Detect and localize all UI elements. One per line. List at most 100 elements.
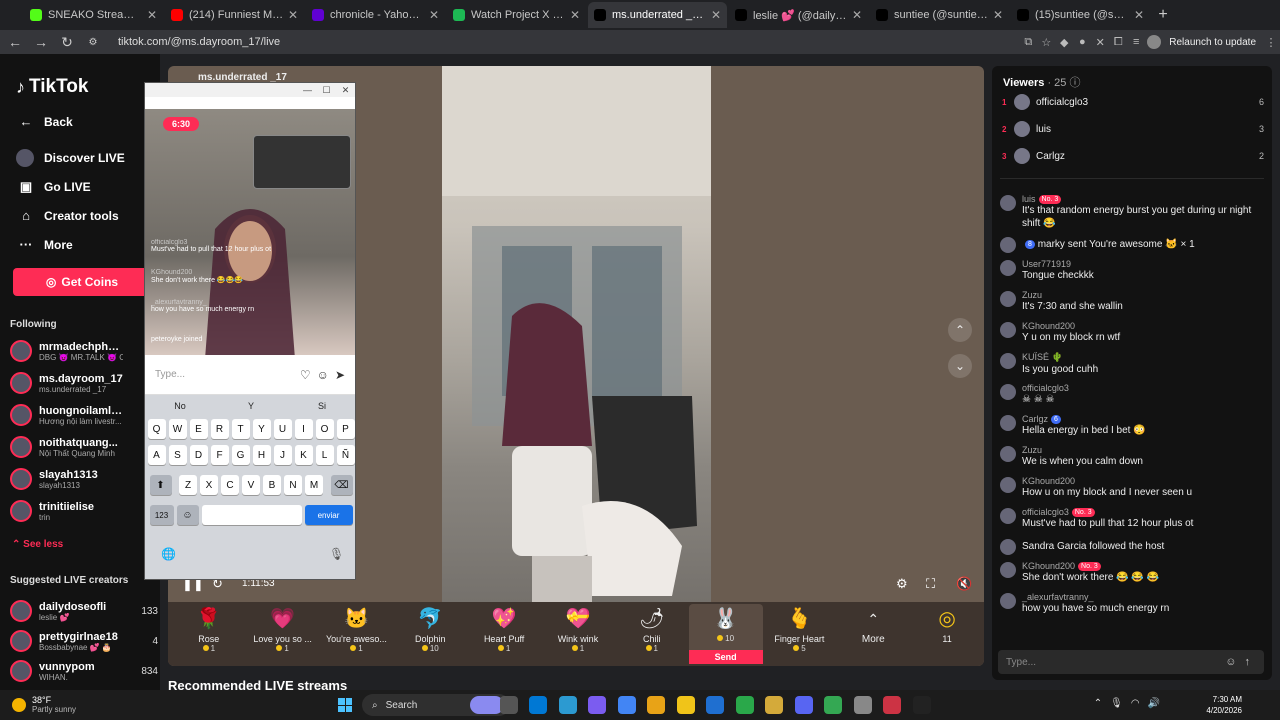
avatar[interactable] — [1000, 322, 1016, 338]
phone-screen[interactable]: 6:30 officialcglo3 Must've had to pull th… — [145, 109, 355, 355]
tab-close-icon[interactable]: ✕ — [852, 8, 862, 22]
send-arrow-icon[interactable]: ↑ — [1245, 656, 1259, 668]
tab-close-icon[interactable]: ✕ — [429, 8, 439, 22]
suggestion-2[interactable]: Y — [216, 401, 286, 411]
key[interactable]: E — [189, 419, 208, 439]
tab-close-icon[interactable]: ✕ — [288, 8, 298, 22]
gift-item[interactable]: 🌹 Rose 1 — [172, 604, 246, 664]
key[interactable]: N — [284, 475, 302, 495]
taskbar-app-icon[interactable] — [499, 696, 518, 714]
key[interactable]: O — [315, 419, 334, 439]
taskbar-app-icon[interactable] — [735, 696, 754, 714]
key[interactable]: F — [210, 445, 229, 465]
key[interactable]: D — [189, 445, 208, 465]
chat-username[interactable]: KUÏSÉ 🌵 — [1022, 352, 1098, 363]
taskbar-app-icon[interactable] — [853, 696, 872, 714]
key[interactable]: Ñ — [336, 445, 355, 465]
avatar[interactable] — [1000, 415, 1016, 431]
browser-tab[interactable]: suntiee (@suntiee) is LIVE✕ — [870, 2, 1009, 28]
taskbar-app-icon[interactable] — [883, 696, 901, 714]
discover-live-link[interactable]: Discover LIVE — [16, 149, 125, 167]
chat-username[interactable]: Carlgz 6 — [1022, 414, 1146, 425]
microphone-icon[interactable]: 🎙 — [329, 547, 344, 561]
shift-key-icon[interactable]: ⬆ — [149, 475, 172, 495]
more-gifts-button[interactable]: ⌃ More — [836, 604, 910, 664]
gift-item[interactable]: 💖 Heart Puff 1 — [467, 604, 541, 664]
avatar[interactable] — [1000, 237, 1016, 253]
live-video[interactable] — [442, 66, 711, 602]
extension-icon[interactable]: ✕ — [1091, 36, 1109, 49]
close-icon[interactable]: ✕ — [336, 85, 355, 96]
new-tab-plus-icon[interactable]: + — [1152, 4, 1174, 26]
browser-tab[interactable]: SNEAKO Stream - Watch✕ — [24, 2, 163, 28]
numbers-key[interactable]: 123 — [149, 505, 174, 525]
key[interactable]: Q — [147, 419, 166, 439]
mute-speaker-icon[interactable]: 🔇 — [956, 576, 972, 592]
forward-arrow-icon[interactable]: → — [30, 34, 52, 50]
bookmark-star-icon[interactable]: ☆ — [1037, 36, 1055, 49]
avatar[interactable] — [1000, 508, 1016, 524]
key[interactable]: H — [252, 445, 271, 465]
key[interactable]: L — [315, 445, 334, 465]
taskbar-app-icon[interactable] — [470, 696, 504, 714]
back-arrow-icon[interactable]: ← — [4, 34, 26, 50]
browser-tab[interactable]: chronicle - Yahoo Search✕ — [306, 2, 445, 28]
tab-close-icon[interactable]: ✕ — [993, 8, 1003, 22]
taskbar-app-icon[interactable] — [588, 696, 606, 714]
tab-close-icon[interactable]: ✕ — [1134, 8, 1144, 22]
key[interactable]: B — [263, 475, 281, 495]
key[interactable]: R — [210, 419, 229, 439]
taskbar-app-icon[interactable] — [824, 696, 842, 714]
gift-item[interactable]: 🫰 Finger Heart 5 — [763, 604, 837, 664]
sidebar-creator-item[interactable]: huongnoilamli... Hương nội làm livestr... — [10, 401, 158, 429]
chat-username[interactable]: User771919 — [1022, 259, 1094, 269]
fullscreen-icon[interactable]: ⛶ — [926, 576, 935, 592]
avatar[interactable] — [1000, 477, 1016, 493]
info-icon[interactable]: ⓘ — [1069, 77, 1080, 89]
next-stream-chevron-down-icon[interactable]: ⌄ — [948, 354, 972, 378]
creator-tools-link[interactable]: ⌂ Creator tools — [16, 208, 119, 223]
taskbar-app-icon[interactable] — [529, 696, 547, 714]
taskbar-app-icon[interactable] — [676, 696, 695, 714]
avatar[interactable] — [1000, 446, 1016, 462]
gift-item[interactable]: 🐰 10 Send — [688, 604, 763, 664]
get-coins-button[interactable]: ◎ Get Coins — [13, 268, 151, 296]
send-key[interactable]: enviar — [304, 505, 353, 525]
backspace-key-icon[interactable]: ⌫ — [330, 475, 353, 495]
minimize-icon[interactable]: — — [298, 85, 317, 95]
tiktok-logo[interactable]: ♪ TikTok — [16, 76, 88, 98]
key[interactable]: W — [168, 419, 187, 439]
avatar[interactable] — [1000, 562, 1016, 578]
browser-tab[interactable]: (214) Funniest Moments o✕ — [165, 2, 304, 28]
key[interactable]: M — [305, 475, 323, 495]
extension-icon[interactable]: ● — [1073, 36, 1091, 48]
start-windows-icon[interactable] — [338, 698, 352, 712]
phone-comment-input[interactable]: Type... ♡☺➤ — [145, 355, 355, 395]
microphone-icon[interactable]: 🎙 — [1110, 698, 1131, 709]
chat-username[interactable]: officialcglo3 — [1022, 383, 1069, 393]
key[interactable]: X — [200, 475, 218, 495]
chat-username[interactable]: _alexurfavtranny_ — [1022, 592, 1169, 602]
send-gift-button[interactable]: Send — [688, 650, 763, 664]
chevron-up-icon[interactable]: ⌃ — [1094, 698, 1110, 709]
key[interactable]: Z — [179, 475, 197, 495]
chat-username[interactable]: luis No. 3 — [1022, 194, 1264, 205]
key[interactable]: G — [231, 445, 250, 465]
browser-tab[interactable]: leslie 💕 (@dailydoseofli✕ — [729, 2, 868, 28]
taskbar-app-icon[interactable] — [647, 696, 665, 714]
sidebar-creator-item[interactable]: prettygirlnae18 Bossbabynae 💕 🎂 4 — [10, 627, 158, 655]
gift-item[interactable]: 🐬 Dolphin 10 — [393, 604, 467, 664]
weather-widget[interactable]: 38°F Partly sunny — [12, 690, 76, 720]
sidebar-creator-item[interactable]: ms.dayroom_17 ms.underrated _17 — [10, 369, 158, 397]
chat-input[interactable]: Type... ☺↑ — [998, 650, 1264, 674]
key[interactable]: A — [147, 445, 166, 465]
send-plane-icon[interactable]: ➤ — [335, 368, 351, 382]
reload-icon[interactable]: ↻ — [56, 34, 78, 51]
sidebar-creator-item[interactable]: vunnypom WIHAN. 834 — [10, 657, 158, 685]
space-key[interactable] — [201, 505, 302, 525]
avatar[interactable] — [1000, 593, 1016, 609]
key[interactable]: I — [294, 419, 313, 439]
key[interactable]: P — [336, 419, 355, 439]
browser-tab[interactable]: ms.underrated _17 (@✕ — [588, 2, 727, 28]
maximize-icon[interactable]: ☐ — [317, 85, 336, 96]
